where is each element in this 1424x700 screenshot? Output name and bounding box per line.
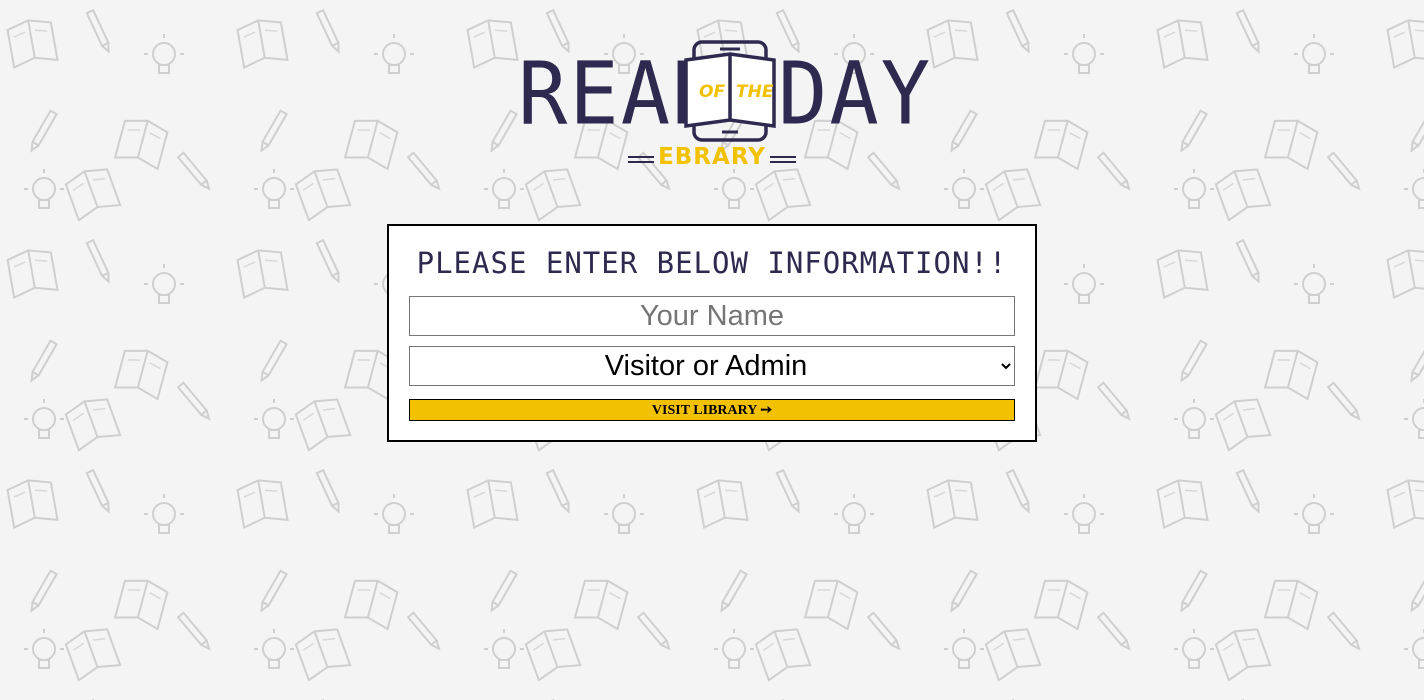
logo-subtitle: EBRARY (658, 144, 766, 170)
name-input[interactable] (409, 296, 1015, 336)
read-of-the-day-logo: READ OF THE DAY EBRARY (512, 38, 930, 178)
visit-library-button[interactable]: VISIT LIBRARY ➙ (409, 399, 1015, 421)
logo-word-of: OF (699, 82, 726, 102)
logo-rule-right (770, 156, 796, 163)
role-select[interactable]: Visitor or Admin (409, 346, 1015, 386)
logo-word-the: THE (736, 82, 774, 102)
login-form-card: Please enter below information!! Visitor… (387, 224, 1037, 442)
logo-word-day: DAY (778, 44, 933, 145)
form-title: Please enter below information!! (416, 246, 1008, 280)
